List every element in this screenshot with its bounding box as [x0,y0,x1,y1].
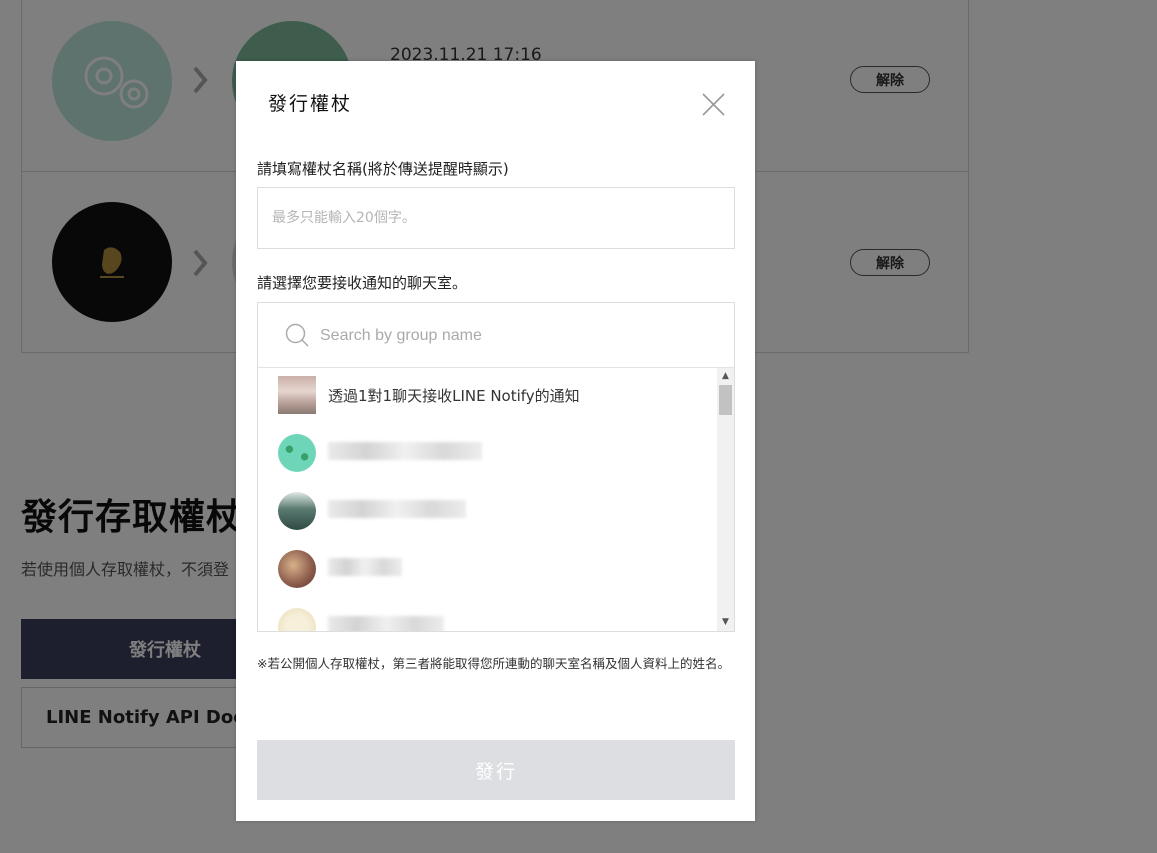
room-name-redacted [328,558,402,576]
chat-room-list: 透過1對1聊天接收LINE Notify的通知 [258,368,717,631]
list-scrollbar[interactable]: ▲ ▼ [717,368,734,631]
list-item[interactable]: 透過1對1聊天接收LINE Notify的通知 [258,368,717,426]
search-icon [285,323,309,347]
list-item[interactable] [258,600,717,631]
room-name-redacted [328,616,444,631]
group-search-input[interactable] [318,319,712,353]
scroll-thumb[interactable] [719,385,732,415]
room-name: 透過1對1聊天接收LINE Notify的通知 [328,387,580,405]
room-name-redacted [328,442,482,460]
issue-token-dialog: 發行權杖 請填寫權杖名稱(將於傳送提醒時顯示) 請選擇您要接收通知的聊天室。 透… [236,61,755,821]
chat-room-selector: 透過1對1聊天接收LINE Notify的通知 ▲ ▼ [257,302,735,632]
list-item[interactable] [258,542,717,600]
list-item[interactable] [258,484,717,542]
avatar [278,550,316,588]
scroll-down-icon[interactable]: ▼ [717,614,734,631]
token-name-input[interactable] [257,187,735,249]
scroll-up-icon[interactable]: ▲ [717,368,734,385]
avatar [278,608,316,631]
list-item[interactable] [258,426,717,484]
avatar [278,376,316,414]
issue-submit-button[interactable]: 發行 [257,740,735,800]
chat-room-label: 請選擇您要接收通知的聊天室。 [257,274,468,292]
token-name-label: 請填寫權杖名稱(將於傳送提醒時顯示) [257,160,509,178]
close-icon[interactable] [698,89,728,119]
privacy-notice: ※若公開個人存取權杖，第三者將能取得您所連動的聊天室名稱及個人資料上的姓名。 [257,656,730,671]
group-search-row [258,303,734,368]
avatar [278,434,316,472]
dialog-title: 發行權杖 [268,93,353,115]
avatar [278,492,316,530]
room-name-redacted [328,500,466,518]
